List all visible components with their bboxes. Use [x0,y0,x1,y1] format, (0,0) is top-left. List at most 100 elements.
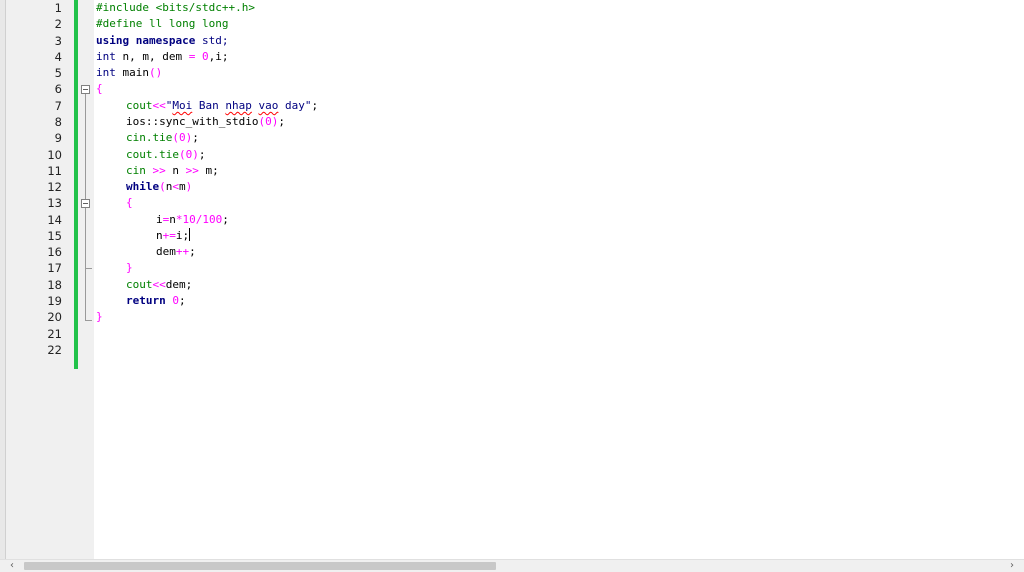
line-number-gutter: 1 2 3 4 5 6 7 8 9 10 11 12 13 14 15 16 1… [6,0,74,559]
code-line-2: #define ll long long [96,16,228,32]
line-number: 9 [54,131,62,145]
code-line-13: { [126,195,133,211]
line-number: 10 [47,148,62,162]
string: Ban [192,99,226,112]
code-text: cin.tie [126,131,173,144]
misspelled-word: vao [258,99,279,112]
misspelled-word: nhap [225,99,252,112]
code-line-19: return 0; [126,293,186,309]
line-number: 4 [54,50,62,64]
line-number: 6 [54,82,62,96]
type-keyword: int [96,66,116,79]
code-line-7: cout<<"Moi Ban nhap vao day"; [126,98,318,114]
semicolon: ; [311,99,319,112]
code-line-5: int main() [96,65,162,81]
line-number: 7 [54,99,62,113]
arguments: (0) [178,148,199,161]
line-number: 17 [47,261,62,275]
horizontal-scrollbar[interactable]: ‹ › [0,559,1024,572]
scrollbar-thumb[interactable] [24,562,496,570]
type-keyword: int [96,50,116,63]
fold-end-while [85,268,92,269]
line-number: 15 [47,229,62,243]
operator: << [152,278,166,291]
semicolon: ; [278,115,285,128]
operator: += [162,229,176,242]
code-text: dem [156,245,176,258]
code-line-3: using namespace std; [96,33,228,49]
operator: * [175,213,183,226]
operator: >> [152,164,166,177]
code-text: m [179,180,186,193]
operator: () [149,66,163,79]
line-number: 21 [47,327,62,341]
keyword: return [126,294,166,307]
code-editor[interactable]: 1 2 3 4 5 6 7 8 9 10 11 12 13 14 15 16 1… [0,0,1024,559]
paren: ( [159,180,166,193]
number: 0 [201,50,209,63]
code-line-4: int n, m, dem = 0,i; [96,49,228,65]
arguments: (0) [172,131,193,144]
number: 100 [202,213,223,226]
code-text: cin [126,164,153,177]
code-line-20: } [96,309,103,325]
code-text: cout.tie [126,148,179,161]
paren: ) [185,180,193,193]
operator: < [172,180,179,193]
identifier: cout [126,99,153,112]
code-line-9: cin.tie(0); [126,130,199,146]
semicolon: ; [222,213,229,226]
line-number: 16 [47,245,62,259]
code-text: main [115,66,149,79]
preprocessor-define: #define ll long long [96,17,229,30]
line-number: 22 [47,343,62,357]
scroll-right-arrow-icon[interactable]: › [1006,560,1018,572]
operator: << [152,99,166,112]
keyword: using namespace [96,34,196,47]
code-line-11: cin >> n >> m; [126,163,219,179]
line-number: 8 [54,115,62,129]
code-line-8: ios::sync_with_stdio(0); [126,114,285,130]
misspelled-word: Moi [172,99,193,112]
code-line-16: dem++; [156,244,196,260]
code-text: i; [175,229,190,242]
code-text: i [156,213,163,226]
code-text: n, m, dem [115,50,189,63]
arguments: (0) [258,115,279,128]
line-number: 3 [54,34,62,48]
code-line-14: i=n*10/100; [156,212,229,228]
code-line-17: } [126,260,133,276]
brace: { [126,196,133,209]
code-text: dem; [165,278,193,291]
identifier: cout [126,278,153,291]
fold-end-main [85,320,92,321]
number: 10 [182,213,196,226]
line-number: 1 [54,1,62,15]
semicolon: ; [189,245,196,258]
code-line-15: n+=i; [156,228,191,244]
line-number: 12 [47,180,62,194]
code-text: n [165,164,186,177]
fold-toggle-main[interactable] [81,85,90,94]
semicolon: ; [192,131,199,144]
fold-toggle-while[interactable] [81,199,90,208]
preprocessor-include: #include <bits/stdc++.h> [96,1,255,14]
semicolon: ; [198,148,206,161]
operator: ++ [175,245,190,258]
line-number: 14 [47,213,62,227]
brace: } [126,261,133,274]
string: day" [278,99,312,112]
number: 0 [172,294,179,307]
code-text: m; [198,164,219,177]
code-text: n [169,213,176,226]
operator: >> [185,164,199,177]
code-line-12: while(n<m) [126,179,192,195]
scroll-left-arrow-icon[interactable]: ‹ [6,560,18,572]
code-line-18: cout<<dem; [126,277,192,293]
code-text: n [156,229,163,242]
modified-lines-bar [74,0,78,369]
code-line-1: #include <bits/stdc++.h> [96,0,255,16]
string [252,99,259,112]
brace: { [96,82,103,95]
